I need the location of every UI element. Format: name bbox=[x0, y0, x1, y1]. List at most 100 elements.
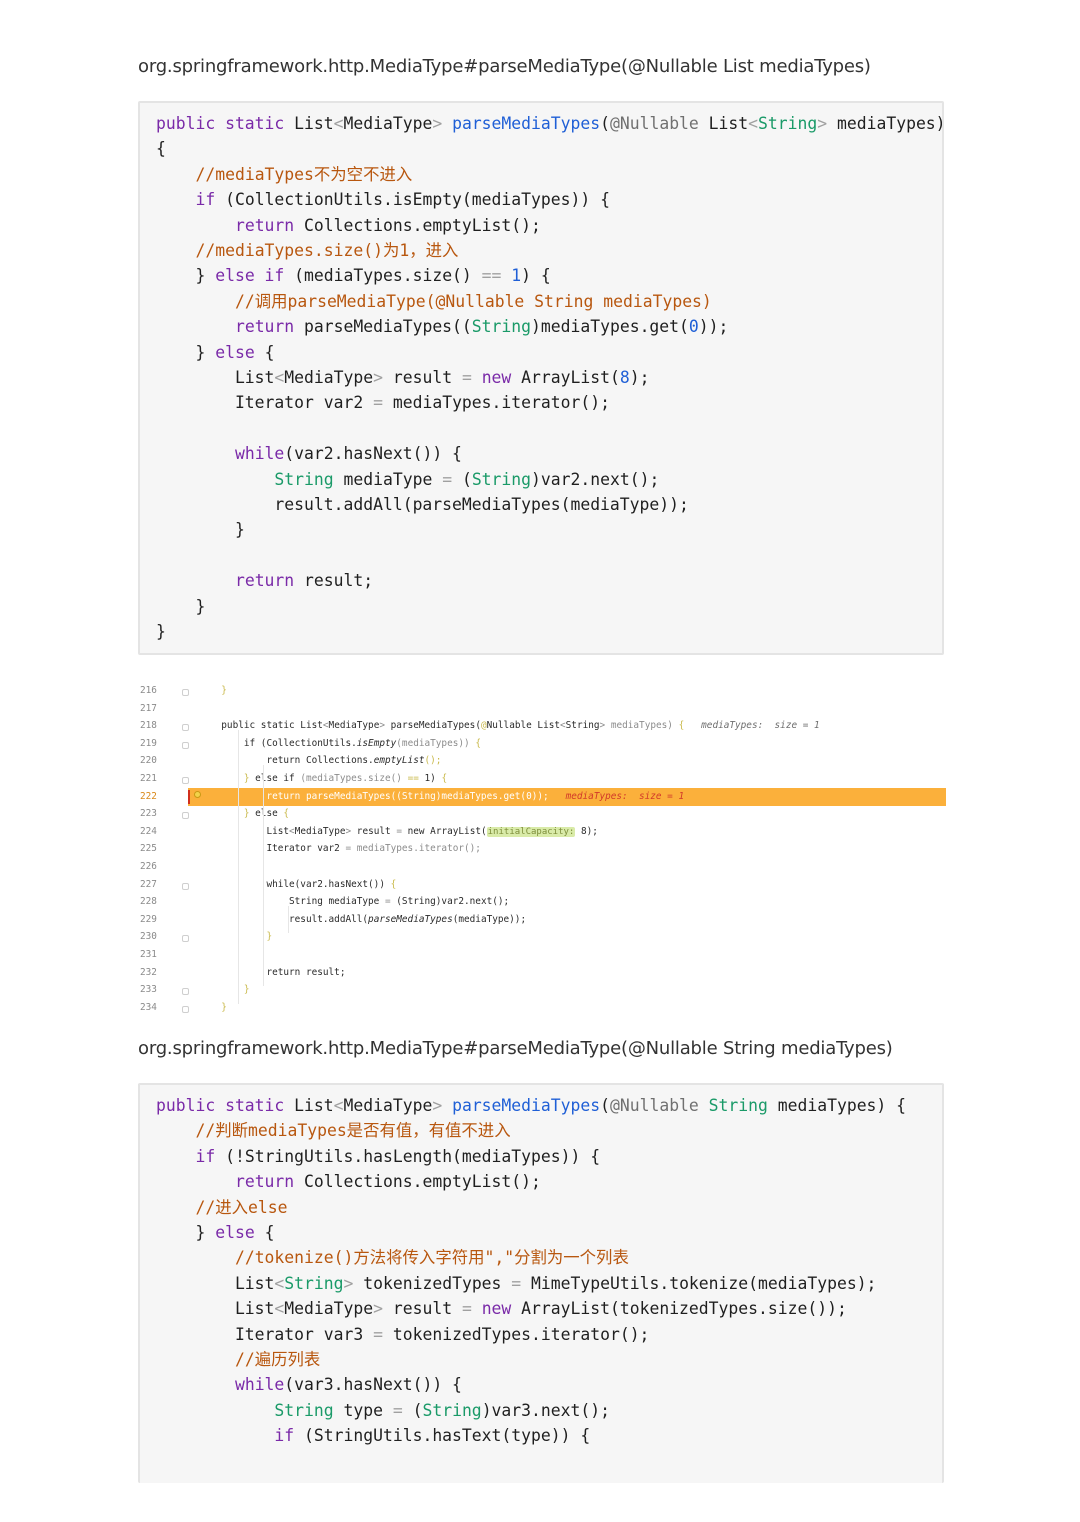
code-token: (mediaTypes.size() bbox=[300, 773, 408, 784]
fold-marker-icon[interactable] bbox=[182, 1005, 189, 1013]
code-token: List bbox=[210, 825, 290, 837]
code-token: } bbox=[156, 520, 245, 540]
code-token: if bbox=[195, 1146, 226, 1166]
code-token: String bbox=[422, 1400, 482, 1420]
line-number: 233 bbox=[140, 984, 157, 996]
line-number: 227 bbox=[140, 878, 157, 890]
code-line: return parseMediaTypes((String)mediaType… bbox=[156, 316, 728, 338]
code-token: (CollectionUtils.isEmpty(mediaTypes)) { bbox=[225, 190, 610, 210]
code-token: result.addAll( bbox=[210, 913, 369, 925]
code-token: )mediaTypes.get( bbox=[531, 317, 689, 337]
code-token: { bbox=[441, 773, 448, 784]
code-token: return result; bbox=[210, 966, 346, 978]
code-token: = bbox=[384, 896, 397, 908]
code-token: if bbox=[195, 190, 226, 210]
code-token: = bbox=[442, 469, 462, 489]
fold-marker-icon[interactable] bbox=[182, 812, 189, 820]
code-token: result bbox=[392, 368, 462, 387]
code-token: isEmpty bbox=[356, 737, 397, 749]
fold-marker-icon[interactable] bbox=[182, 741, 189, 749]
code-token: MediaType bbox=[284, 368, 374, 387]
fold-marker-icon[interactable] bbox=[182, 724, 189, 732]
code-token: //遍历列表 bbox=[234, 1350, 321, 1369]
code-token: String bbox=[708, 1096, 778, 1115]
code-token: Collections.emptyList(); bbox=[304, 1172, 541, 1192]
code-token: > bbox=[345, 825, 357, 837]
fold-marker-icon[interactable] bbox=[182, 882, 189, 890]
code-token: @Nullable bbox=[609, 114, 709, 133]
line-number: 228 bbox=[140, 896, 157, 908]
code-token: String mediaType bbox=[210, 896, 385, 908]
code-token: < bbox=[333, 114, 344, 133]
code-token: } bbox=[156, 622, 166, 641]
code-token: return Collections. bbox=[210, 755, 374, 767]
code-token: 0 bbox=[688, 317, 699, 337]
code-block-string-variant: public static List<MediaType> parseMedia… bbox=[138, 1083, 944, 1483]
fold-marker-icon[interactable] bbox=[182, 777, 189, 784]
code-token: } bbox=[156, 266, 216, 286]
code-line: List<MediaType> result = new ArrayList(8… bbox=[156, 367, 650, 389]
code-token: public static bbox=[156, 1096, 295, 1115]
fold-marker-icon[interactable] bbox=[182, 988, 189, 996]
code-line: List<String> tokenizedTypes = MimeTypeUt… bbox=[156, 1273, 877, 1295]
code-token: = bbox=[461, 1299, 482, 1319]
code-line: String mediaType = (String)var2.next(); bbox=[156, 469, 659, 491]
line-number: 222 bbox=[140, 790, 157, 802]
line-number: 218 bbox=[140, 720, 157, 732]
indent-guide bbox=[288, 906, 289, 934]
fold-marker-icon[interactable] bbox=[182, 935, 189, 943]
code-token: List bbox=[156, 1299, 275, 1319]
code-token: } bbox=[210, 685, 227, 696]
code-token: MediaType bbox=[328, 720, 380, 732]
code-token: Iterator var2 bbox=[210, 843, 346, 855]
code-token: )); bbox=[698, 317, 729, 337]
code-token: (String)var2.next(); bbox=[396, 896, 510, 908]
code-token: > bbox=[373, 368, 393, 387]
code-line: //遍历列表 bbox=[156, 1349, 320, 1371]
code-line: public static List<MediaType> parseMedia… bbox=[156, 1095, 906, 1117]
lightbulb-icon bbox=[194, 791, 201, 798]
code-token: //进入else bbox=[195, 1197, 288, 1217]
code-token: MediaType bbox=[294, 825, 346, 837]
line-number: 232 bbox=[140, 966, 157, 978]
code-token: emptyList bbox=[373, 755, 425, 767]
code-token: type bbox=[343, 1400, 393, 1420]
code-token: ); bbox=[629, 368, 650, 387]
code-token: = mediaTypes.iterator(); bbox=[345, 843, 481, 855]
code-line: return result; bbox=[156, 570, 373, 592]
line-number: 221 bbox=[140, 773, 157, 784]
code-token: < bbox=[333, 1096, 344, 1115]
code-token: ArrayList( bbox=[521, 368, 620, 387]
code-token: = bbox=[511, 1273, 532, 1293]
code-token: new bbox=[481, 368, 522, 387]
line-number: 219 bbox=[140, 737, 157, 749]
code-token: //mediaTypes不为空不进入 bbox=[195, 164, 413, 184]
fold-marker-icon[interactable] bbox=[182, 689, 189, 696]
code-token: (var2.hasNext()) { bbox=[284, 444, 462, 464]
code-line: //mediaTypes.size()为1，进入 bbox=[156, 240, 458, 262]
code-token: > bbox=[432, 114, 453, 133]
ide-code-line: String mediaType = (String)var2.next(); bbox=[210, 896, 509, 907]
code-token: String bbox=[274, 469, 344, 489]
ide-code-line: return parseMediaTypes((String)mediaType… bbox=[210, 791, 684, 802]
code-line: while(var2.hasNext()) { bbox=[156, 443, 462, 465]
code-token: } bbox=[210, 808, 256, 820]
code-line: while(var3.hasNext()) { bbox=[156, 1374, 462, 1396]
code-token: Collections.emptyList(); bbox=[304, 215, 541, 235]
code-token: == bbox=[407, 773, 425, 784]
ide-debug-screenshot: 216 } 217 218 public static List<MediaType… bbox=[138, 666, 946, 1020]
code-token: )var3.next(); bbox=[481, 1400, 610, 1420]
code-token: return bbox=[234, 571, 305, 591]
code-token: public static List bbox=[210, 720, 323, 732]
heading-list-variant: org.springframework.http.MediaType#parse… bbox=[138, 56, 871, 77]
code-line: //调用parseMediaType(@Nullable String medi… bbox=[156, 291, 712, 313]
code-token: else bbox=[255, 808, 284, 820]
